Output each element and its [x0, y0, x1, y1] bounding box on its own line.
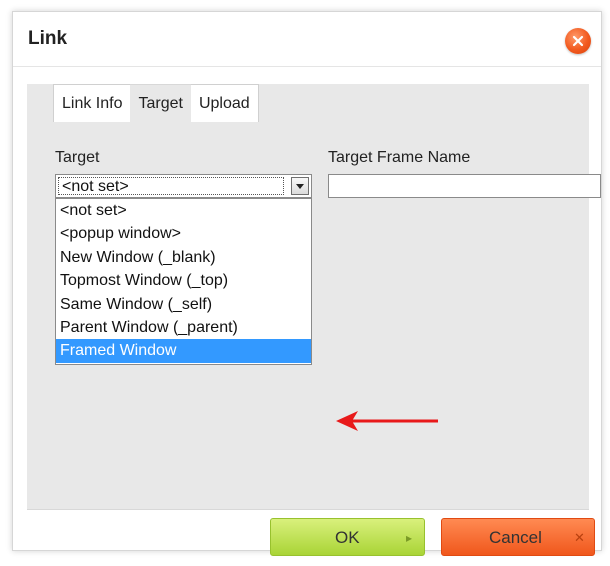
- dialog-titlebar: Link: [13, 12, 601, 67]
- ok-button[interactable]: OK ▸: [270, 518, 425, 556]
- option-popup-window[interactable]: <popup window>: [56, 222, 311, 245]
- option-framed-window[interactable]: Framed Window: [56, 339, 311, 363]
- x-icon: ✕: [574, 530, 585, 545]
- close-icon: [572, 35, 584, 47]
- tab-upload[interactable]: Upload: [190, 84, 259, 122]
- tab-target[interactable]: Target: [130, 84, 191, 122]
- chevron-down-icon: [296, 183, 304, 189]
- footer-divider: [27, 509, 589, 510]
- target-select-value: <not set>: [62, 178, 129, 195]
- option-new-window[interactable]: New Window (_blank): [56, 246, 311, 269]
- option-parent-window[interactable]: Parent Window (_parent): [56, 316, 311, 339]
- link-dialog: Link Link Info Target Upload Target Targ…: [12, 11, 602, 556]
- ok-button-label: OK: [335, 528, 360, 547]
- target-label: Target: [55, 149, 100, 166]
- red-arrow-annotation: [336, 411, 438, 431]
- target-frame-name-input[interactable]: [328, 174, 601, 198]
- dialog-title: Link: [28, 28, 68, 49]
- cancel-button-label: Cancel: [489, 528, 542, 547]
- dialog-body: Link Info Target Upload Target Target Fr…: [27, 84, 601, 509]
- cancel-button[interactable]: Cancel ✕: [441, 518, 595, 556]
- tab-link-info[interactable]: Link Info: [53, 84, 131, 122]
- option-not-set[interactable]: <not set>: [56, 199, 311, 222]
- target-dropdown-list: <not set> <popup window> New Window (_bl…: [55, 198, 312, 365]
- target-select[interactable]: <not set>: [55, 174, 312, 198]
- option-same-window[interactable]: Same Window (_self): [56, 293, 311, 316]
- option-topmost-window[interactable]: Topmost Window (_top): [56, 269, 311, 292]
- target-frame-name-label: Target Frame Name: [328, 149, 471, 166]
- tab-bar: Link Info Target Upload: [53, 84, 259, 122]
- triangle-right-icon: ▸: [406, 531, 413, 545]
- close-button[interactable]: [565, 28, 591, 54]
- dropdown-arrow-button[interactable]: [291, 177, 309, 195]
